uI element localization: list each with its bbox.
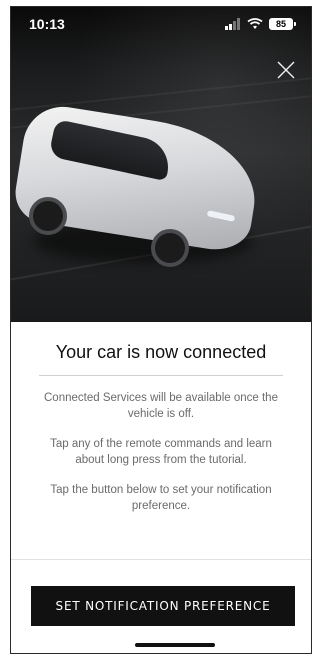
connection-modal-content: Your car is now connected Connected Serv… <box>11 322 311 653</box>
battery-icon: 85 <box>269 18 296 30</box>
title-divider <box>39 375 283 376</box>
wifi-icon <box>247 18 263 29</box>
signal-icon <box>225 18 240 30</box>
info-paragraph-notification: Tap the button below to set your notific… <box>50 484 272 512</box>
hero-image: 10:13 85 <box>11 7 311 322</box>
home-indicator <box>135 643 215 647</box>
phone-screen: 10:13 85 Your car is now connected Conne… <box>10 6 312 654</box>
info-paragraph-remote-commands: Tap any of the remote commands and learn… <box>50 438 272 466</box>
battery-level: 85 <box>275 19 286 29</box>
close-button[interactable] <box>275 59 297 81</box>
car-wheel <box>151 229 189 267</box>
info-paragraph-connected-services: Connected Services will be available onc… <box>44 392 278 420</box>
status-bar: 10:13 85 <box>11 7 311 41</box>
status-indicators: 85 <box>225 18 296 30</box>
status-time: 10:13 <box>29 16 65 32</box>
close-icon <box>277 61 295 79</box>
car-wheel <box>29 197 67 235</box>
footer-divider <box>11 559 311 560</box>
set-notification-preference-button[interactable]: SET NOTIFICATION PREFERENCE <box>31 586 295 626</box>
modal-title: Your car is now connected <box>55 342 267 362</box>
